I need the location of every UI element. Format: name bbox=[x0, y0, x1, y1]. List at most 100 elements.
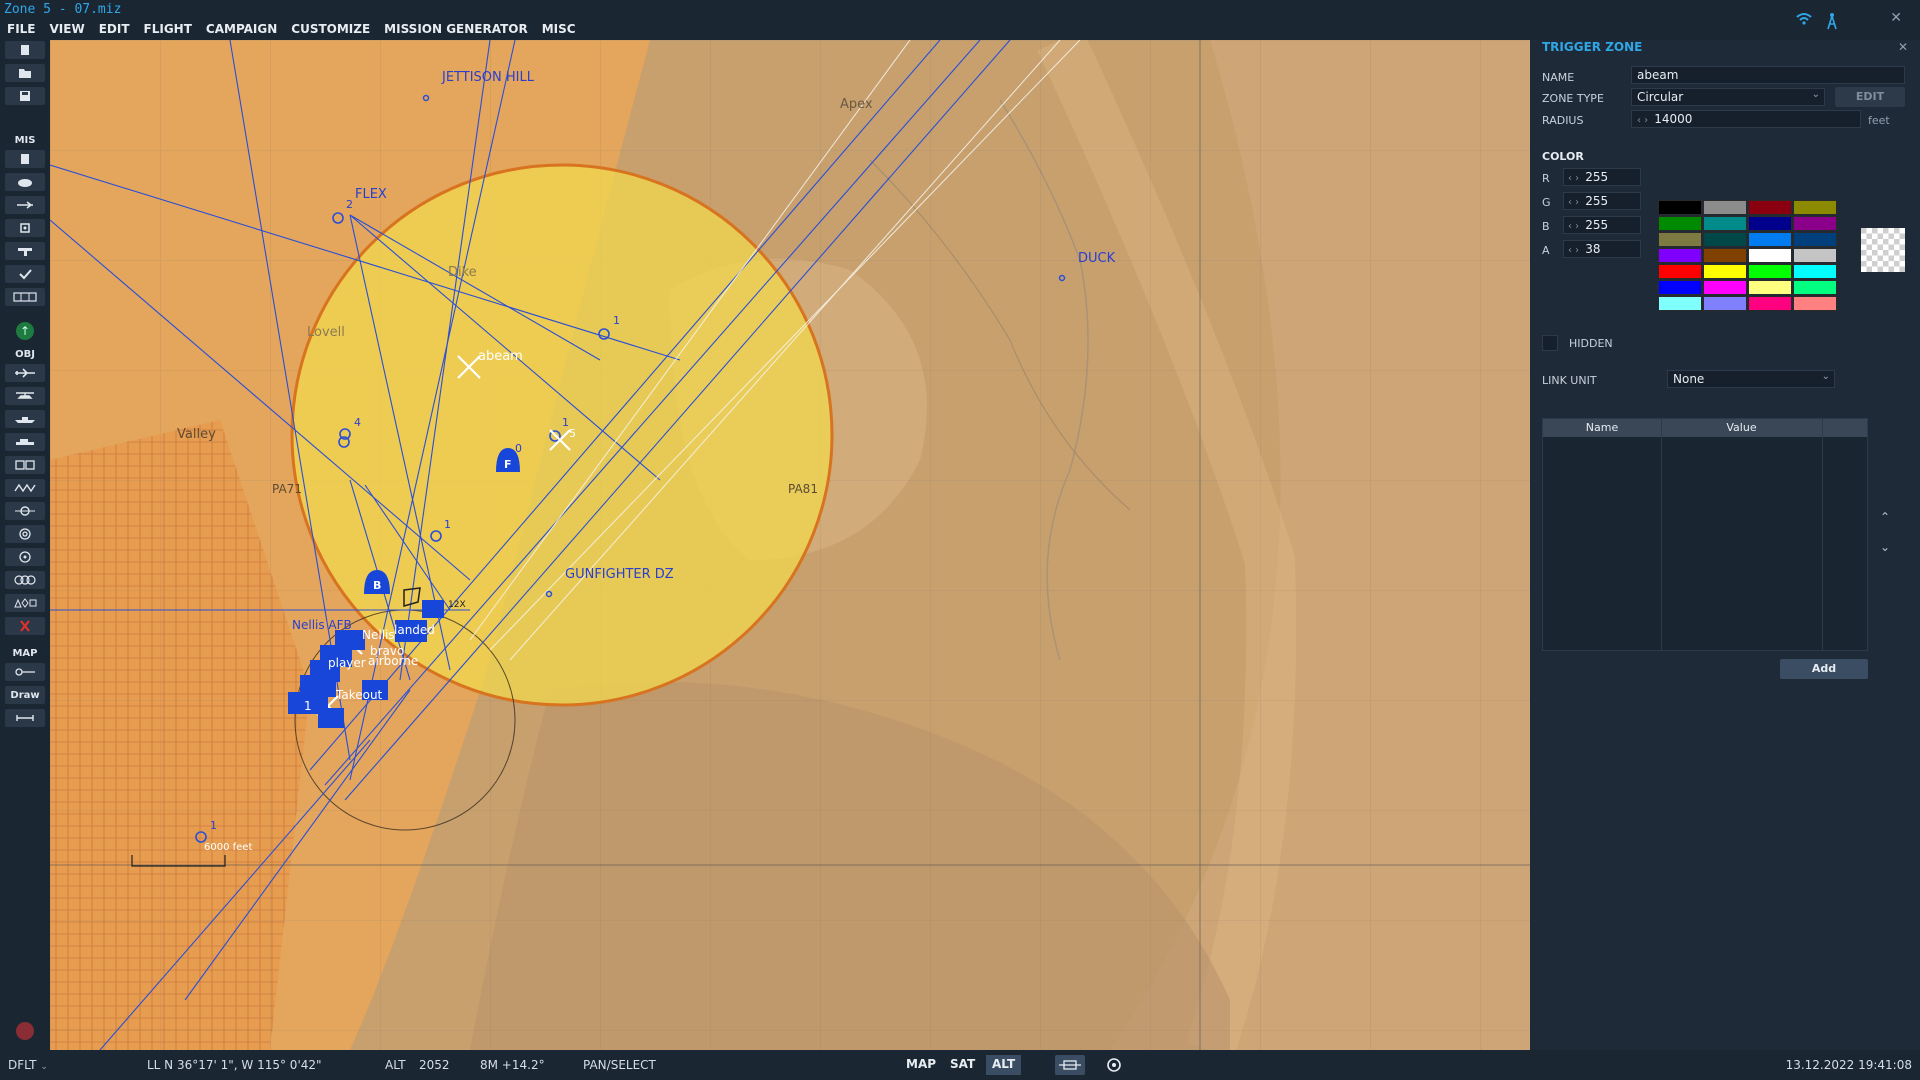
menu-campaign[interactable]: CAMPAIGN bbox=[199, 20, 284, 40]
color-swatch[interactable] bbox=[1748, 296, 1792, 311]
spinner-arrows-icon[interactable]: ‹ › bbox=[1568, 197, 1579, 208]
settings-gear-icon[interactable] bbox=[1104, 1055, 1124, 1075]
color-swatch[interactable] bbox=[1703, 280, 1747, 295]
color-swatch[interactable] bbox=[1658, 216, 1702, 231]
color-swatch[interactable] bbox=[1748, 264, 1792, 279]
zone-type-select[interactable]: Circular ⌄ bbox=[1631, 88, 1825, 106]
panel-close-icon[interactable]: ✕ bbox=[1898, 40, 1908, 54]
color-swatch[interactable] bbox=[1658, 280, 1702, 295]
menu-flight[interactable]: FLIGHT bbox=[137, 20, 199, 40]
delete-button[interactable] bbox=[5, 617, 45, 635]
goals-button[interactable] bbox=[5, 196, 45, 214]
menu-customize[interactable]: CUSTOMIZE bbox=[284, 20, 377, 40]
radius-unit: feet bbox=[1868, 114, 1890, 127]
scroll-down-icon[interactable]: ⌄ bbox=[1880, 540, 1890, 554]
add-button[interactable]: Add bbox=[1780, 659, 1868, 679]
color-swatch[interactable] bbox=[1793, 280, 1837, 295]
color-swatch[interactable] bbox=[1793, 216, 1837, 231]
add-ship-button[interactable] bbox=[5, 410, 45, 428]
a-input[interactable]: ‹ › 38 bbox=[1563, 240, 1641, 258]
add-target-button[interactable] bbox=[5, 525, 45, 543]
spinner-arrows-icon[interactable]: ‹ › bbox=[1568, 221, 1579, 232]
record-icon[interactable] bbox=[16, 1022, 34, 1040]
add-nav-point-button[interactable] bbox=[5, 502, 45, 520]
menu-misc[interactable]: MISC bbox=[535, 20, 583, 40]
menu-mission-generator[interactable]: MISSION GENERATOR bbox=[377, 20, 535, 40]
scroll-up-icon[interactable]: ⌃ bbox=[1880, 510, 1890, 524]
new-file-button[interactable] bbox=[5, 41, 45, 59]
color-swatch[interactable] bbox=[1703, 200, 1747, 215]
properties-table[interactable]: Name Value bbox=[1542, 418, 1868, 651]
unit-group-5[interactable] bbox=[318, 708, 344, 728]
label-duck: DUCK bbox=[1078, 251, 1116, 266]
color-swatch[interactable] bbox=[1658, 248, 1702, 263]
color-swatch[interactable] bbox=[1793, 296, 1837, 311]
color-swatch[interactable] bbox=[1703, 248, 1747, 263]
add-helicopter-button[interactable] bbox=[5, 387, 45, 405]
color-swatch[interactable] bbox=[1658, 264, 1702, 279]
color-swatch[interactable] bbox=[1748, 200, 1792, 215]
sat-mode-button[interactable]: SAT bbox=[944, 1055, 981, 1075]
upload-icon[interactable]: ↑ bbox=[16, 322, 34, 340]
add-template-button[interactable] bbox=[5, 479, 45, 497]
column-divider bbox=[1822, 419, 1823, 650]
color-swatch[interactable] bbox=[1793, 232, 1837, 247]
add-vehicle-button[interactable] bbox=[5, 433, 45, 451]
mission-options-button[interactable] bbox=[5, 288, 45, 306]
spinner-arrows-icon[interactable]: ‹ › bbox=[1637, 115, 1648, 126]
add-plane-button[interactable] bbox=[5, 364, 45, 382]
r-input[interactable]: ‹ › 255 bbox=[1563, 168, 1641, 186]
color-swatch[interactable] bbox=[1703, 216, 1747, 231]
hidden-checkbox[interactable] bbox=[1542, 335, 1558, 351]
color-swatch[interactable] bbox=[1703, 264, 1747, 279]
link-unit-select[interactable]: None ⌄ bbox=[1667, 370, 1835, 388]
map-canvas[interactable]: JETTISON HILL Apex FLEX Dike Lovell abea… bbox=[50, 40, 1530, 1050]
color-swatch[interactable] bbox=[1658, 200, 1702, 215]
close-window-icon[interactable]: ✕ bbox=[1890, 10, 1902, 26]
add-shapes-button[interactable] bbox=[5, 594, 45, 612]
color-swatch[interactable] bbox=[1793, 200, 1837, 215]
map-tools-button[interactable] bbox=[5, 663, 45, 681]
color-swatch[interactable] bbox=[1748, 216, 1792, 231]
table-header-name[interactable]: Name bbox=[1543, 419, 1661, 437]
g-input[interactable]: ‹ › 255 bbox=[1563, 192, 1641, 210]
radius-input[interactable]: ‹ › 14000 bbox=[1631, 110, 1861, 128]
profile-select[interactable]: DFLT ⌄ bbox=[8, 1058, 48, 1072]
unit-group-a[interactable] bbox=[422, 600, 444, 618]
open-file-button[interactable] bbox=[5, 64, 45, 82]
save-file-button[interactable] bbox=[5, 87, 45, 105]
color-swatch[interactable] bbox=[1748, 280, 1792, 295]
b-input[interactable]: ‹ › 255 bbox=[1563, 216, 1641, 234]
alt-mode-button[interactable]: ALT bbox=[986, 1055, 1022, 1075]
menu-file[interactable]: FILE bbox=[0, 20, 43, 40]
trigger-zone-circle[interactable] bbox=[290, 163, 834, 707]
color-swatch[interactable] bbox=[1793, 248, 1837, 263]
spinner-arrows-icon[interactable]: ‹ › bbox=[1568, 245, 1579, 256]
add-zone-button[interactable] bbox=[5, 548, 45, 566]
check-button[interactable] bbox=[5, 265, 45, 283]
menu-view[interactable]: VIEW bbox=[43, 20, 92, 40]
weather-button[interactable] bbox=[5, 173, 45, 191]
color-swatch[interactable] bbox=[1658, 232, 1702, 247]
color-swatch[interactable] bbox=[1703, 296, 1747, 311]
add-group-button[interactable] bbox=[5, 571, 45, 589]
table-header-value[interactable]: Value bbox=[1661, 419, 1822, 437]
map-view[interactable]: JETTISON HILL Apex FLEX Dike Lovell abea… bbox=[50, 40, 1530, 1050]
edit-button[interactable]: EDIT bbox=[1835, 87, 1905, 107]
ruler-button[interactable] bbox=[5, 709, 45, 727]
spinner-arrows-icon[interactable]: ‹ › bbox=[1568, 173, 1579, 184]
color-swatch[interactable] bbox=[1658, 296, 1702, 311]
color-swatch[interactable] bbox=[1703, 232, 1747, 247]
trigger-zone-button[interactable] bbox=[5, 219, 45, 237]
map-mode-button[interactable]: MAP bbox=[900, 1055, 942, 1075]
color-swatch[interactable] bbox=[1748, 248, 1792, 263]
briefing-button[interactable] bbox=[5, 150, 45, 168]
name-input[interactable]: abeam bbox=[1631, 66, 1905, 84]
menu-edit[interactable]: EDIT bbox=[92, 20, 137, 40]
draw-button[interactable]: Draw bbox=[5, 686, 45, 704]
layers-icon[interactable] bbox=[1055, 1055, 1085, 1075]
add-static-button[interactable] bbox=[5, 456, 45, 474]
color-swatch[interactable] bbox=[1748, 232, 1792, 247]
color-swatch[interactable] bbox=[1793, 264, 1837, 279]
triggers-button[interactable] bbox=[5, 242, 45, 260]
